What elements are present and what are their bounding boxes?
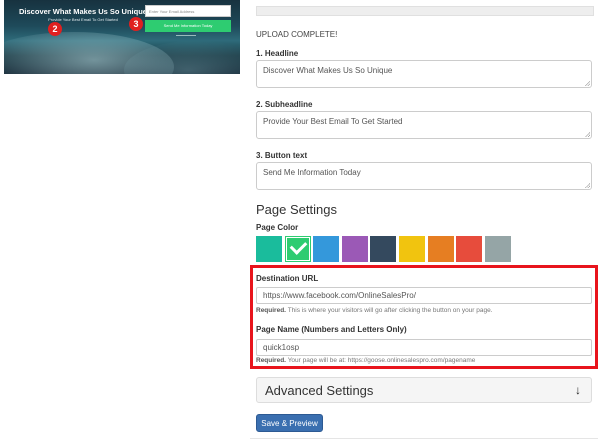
resize-handle-icon[interactable] <box>585 132 590 137</box>
bottom-divider <box>250 438 598 439</box>
required-label: Required. <box>256 307 286 314</box>
page-preview: Discover What Makes Us So Unique Provide… <box>4 0 240 74</box>
headline-field[interactable]: Discover What Makes Us So Unique <box>256 60 592 88</box>
headline-value: Discover What Makes Us So Unique <box>263 66 393 75</box>
color-swatch[interactable] <box>284 236 311 262</box>
page-name-help: Required. Your page will be at: https://… <box>256 357 475 364</box>
color-swatch[interactable] <box>398 236 425 262</box>
color-swatch[interactable] <box>427 236 454 262</box>
page-name-input[interactable]: quick1osp <box>256 339 592 356</box>
destination-help-text: This is where your visitors will go afte… <box>287 307 493 314</box>
subheadline-field[interactable]: Provide Your Best Email To Get Started <box>256 111 592 139</box>
progress-bar <box>256 6 594 16</box>
advanced-settings-title: Advanced Settings <box>265 383 374 398</box>
page-color-label: Page Color <box>256 223 299 232</box>
required-label: Required. <box>256 357 286 364</box>
destination-url-help: Required. This is where your visitors wi… <box>256 307 493 314</box>
page-settings-title: Page Settings <box>256 202 337 217</box>
destination-url-input[interactable]: https://www.facebook.com/OnlineSalesPro/ <box>256 287 592 304</box>
arrow-down-icon[interactable]: ↓ <box>575 383 581 397</box>
advanced-settings-toggle[interactable]: Advanced Settings ↓ <box>256 377 592 403</box>
color-swatch[interactable] <box>313 236 340 262</box>
upload-status: UPLOAD COMPLETE! <box>256 30 338 39</box>
button-text-label: 3. Button text <box>256 151 308 160</box>
headline-label: 1. Headline <box>256 49 299 58</box>
subheadline-label: 2. Subheadline <box>256 100 313 109</box>
page-name-help-text: Your page will be at: https://goose.onli… <box>287 357 476 364</box>
resize-handle-icon[interactable] <box>585 81 590 86</box>
save-preview-button[interactable]: Save & Preview <box>256 414 323 432</box>
destination-url-label: Destination URL <box>256 274 319 283</box>
color-swatch[interactable] <box>341 236 368 262</box>
checkmark-icon <box>289 237 307 255</box>
marker-2: 2 <box>48 22 62 36</box>
preview-divider <box>176 35 196 36</box>
color-swatch[interactable] <box>456 236 483 262</box>
page-name-label: Page Name (Numbers and Letters Only) <box>256 325 407 334</box>
color-swatches <box>256 236 513 262</box>
marker-3: 3 <box>129 17 143 31</box>
resize-handle-icon[interactable] <box>585 183 590 188</box>
button-text-field[interactable]: Send Me Information Today <box>256 162 592 190</box>
preview-button: Send Me Information Today <box>145 20 231 32</box>
preview-email-input: Enter Your Email Address <box>145 5 231 17</box>
color-swatch[interactable] <box>484 236 511 262</box>
subheadline-value: Provide Your Best Email To Get Started <box>263 117 403 126</box>
preview-headline: Discover What Makes Us So Unique <box>19 7 147 16</box>
button-text-value: Send Me Information Today <box>263 168 361 177</box>
color-swatch[interactable] <box>370 236 397 262</box>
color-swatch[interactable] <box>256 236 282 262</box>
